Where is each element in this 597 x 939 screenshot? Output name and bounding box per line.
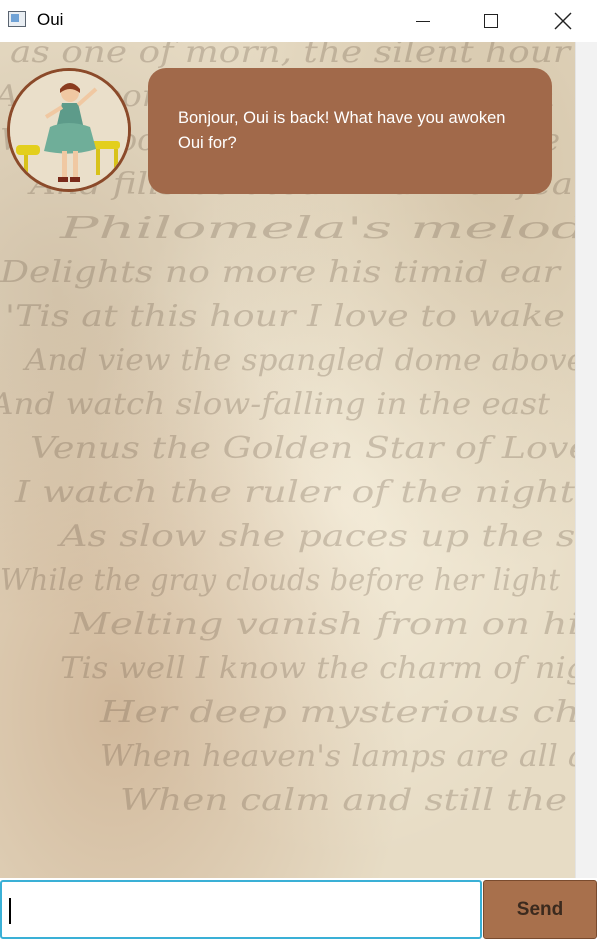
maximize-button[interactable] <box>458 0 524 42</box>
script-line: Philomela's melody <box>58 211 575 246</box>
script-line: When heaven's lamps are all alight <box>100 739 575 774</box>
script-line: And view the spangled dome above <box>22 343 575 378</box>
text-caret <box>9 898 11 924</box>
chat-scrollbar[interactable] <box>575 42 597 878</box>
script-line: Melting vanish from on high <box>69 607 575 642</box>
message-input[interactable] <box>0 880 482 939</box>
close-button[interactable] <box>530 0 596 42</box>
script-line: Delights no more his timid ear <box>0 255 562 290</box>
script-line: I watch the ruler of the night <box>14 475 575 510</box>
minimize-button[interactable] <box>390 0 456 42</box>
script-line: And watch slow-falling in the east <box>0 387 551 422</box>
script-line: Tis well I know the charm of night <box>60 651 575 686</box>
close-icon <box>554 12 572 30</box>
send-button[interactable]: Send <box>483 880 597 939</box>
title-bar: Oui <box>0 0 597 42</box>
window-title: Oui <box>37 10 64 29</box>
bot-message-bubble: Bonjour, Oui is back! What have you awok… <box>148 68 552 194</box>
bot-avatar <box>7 68 131 192</box>
script-line: While the gray clouds before her light <box>0 563 561 598</box>
pinup-avatar <box>10 71 128 189</box>
script-line: Venus the Golden Star of Love <box>30 431 575 466</box>
app-window-icon <box>8 11 26 27</box>
maximize-icon <box>484 14 498 28</box>
script-line: as one of morn, the silent hour <box>10 42 572 70</box>
script-line: When calm and still the earth <box>120 783 575 818</box>
input-row: Send <box>0 878 597 939</box>
script-line: 'Tis at this hour I love to wake <box>5 299 565 334</box>
chat-area[interactable]: as one of morn, the silent hourAnd moonl… <box>0 42 575 878</box>
script-line: As slow she paces up the sky <box>56 519 575 554</box>
script-line: Her deep mysterious charm <box>99 695 575 730</box>
minimize-icon <box>416 20 430 22</box>
